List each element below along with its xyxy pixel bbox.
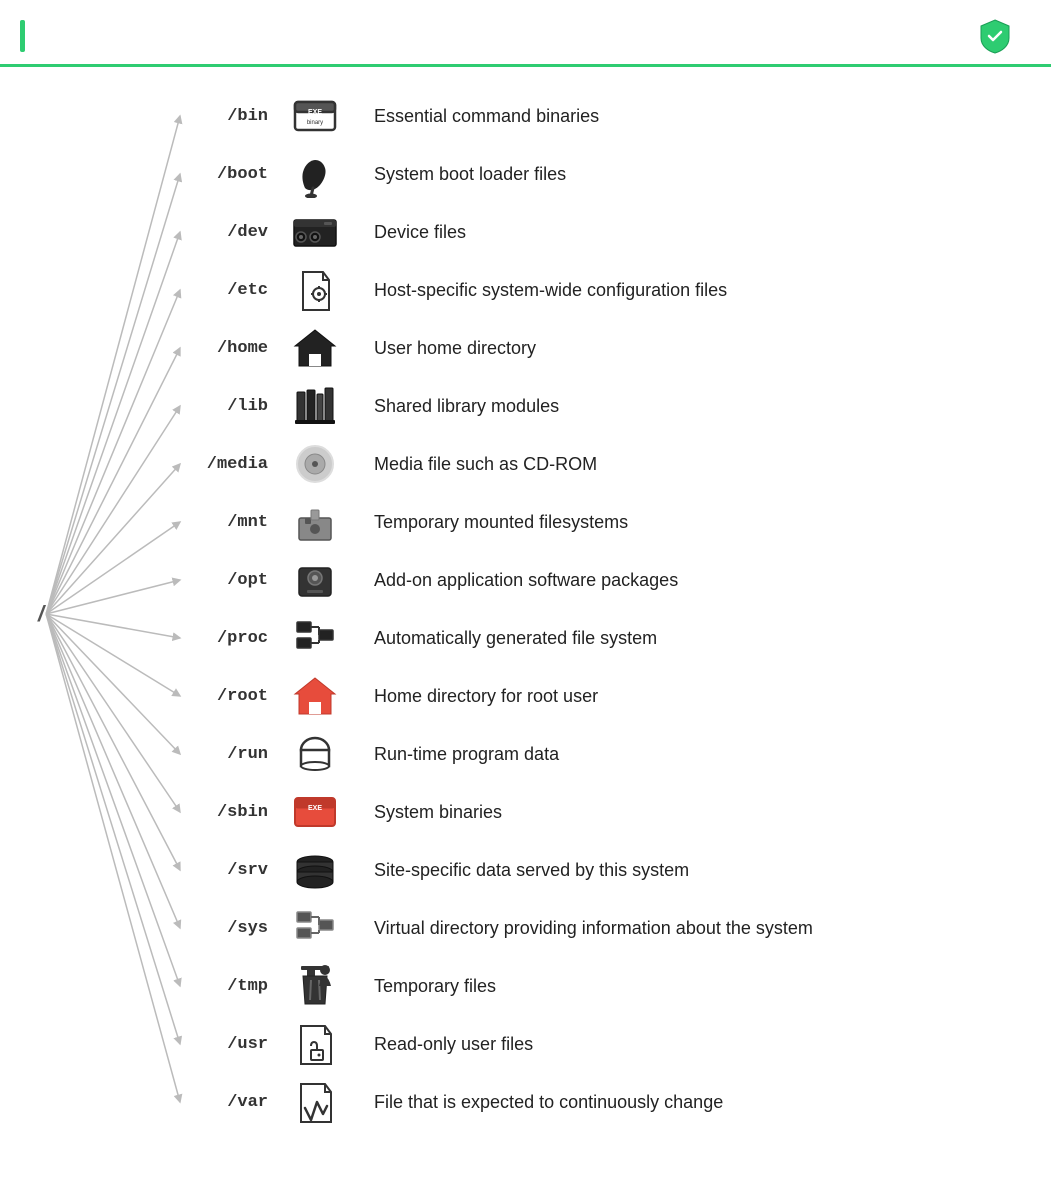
dir-icon-srv [280,844,350,896]
dir-name: /boot [180,165,280,184]
list-item: /boot System boot loader files [180,145,1051,203]
dir-desc: Temporary files [374,976,496,997]
dir-name: /root [180,687,280,706]
dir-name: /srv [180,861,280,880]
dir-desc: Virtual directory providing information … [374,918,813,939]
svg-text:binary: binary [307,120,323,126]
dir-desc: Home directory for root user [374,686,598,707]
list-item: /var File that is expected to continuous… [180,1073,1051,1131]
dir-icon-usr [280,1018,350,1070]
dir-desc: Read-only user files [374,1034,533,1055]
dir-desc: User home directory [374,338,536,359]
dir-icon-home [280,322,350,374]
dir-icon-tmp [280,960,350,1012]
list-item: /bin EXE binary Essential command binari… [180,87,1051,145]
dir-icon-media [280,438,350,490]
dir-name: /usr [180,1035,280,1054]
svg-text:EXE: EXE [308,109,322,116]
dir-name: /proc [180,629,280,648]
list-item: /home User home directory [180,319,1051,377]
dir-name: /lib [180,397,280,416]
dir-name: /run [180,745,280,764]
dir-name: /bin [180,107,280,126]
dir-name: /media [180,455,280,474]
dir-desc: Run-time program data [374,744,559,765]
dir-icon-opt [280,554,350,606]
root-label: / [38,601,44,627]
dir-desc: Site-specific data served by this system [374,860,689,881]
list-item: /run Run-time program data [180,725,1051,783]
list-item: /mnt Temporary mounted filesystems [180,493,1051,551]
dir-name: /tmp [180,977,280,996]
list-item: /srv Site-specific data served by this s… [180,841,1051,899]
list-item: /etc Host-specific system-wide configura… [180,261,1051,319]
header [0,0,1051,67]
dir-name: /mnt [180,513,280,532]
dir-icon-var [280,1076,350,1128]
dir-name: /opt [180,571,280,590]
dir-desc: File that is expected to continuously ch… [374,1092,723,1113]
entries-list: /bin EXE binary Essential command binari… [180,87,1051,1131]
dir-name: /var [180,1093,280,1112]
list-item: /sys Virtual directory providing informa… [180,899,1051,957]
dir-desc: Device files [374,222,466,243]
dir-desc: Add-on application software packages [374,570,678,591]
dir-desc: Media file such as CD-ROM [374,454,597,475]
dir-icon-sys [280,902,350,954]
page-title [20,20,35,52]
svg-text:EXE: EXE [308,805,322,812]
list-item: /root Home directory for root user [180,667,1051,725]
dir-icon-run [280,728,350,780]
dir-icon-etc [280,264,350,316]
dir-icon-boot [280,148,350,200]
dir-name: /home [180,339,280,358]
dir-icon-dev [280,206,350,258]
dir-name: /sys [180,919,280,938]
dir-icon-root-dir [280,670,350,722]
dir-name: /etc [180,281,280,300]
brand [977,18,1021,54]
dir-desc: System boot loader files [374,164,566,185]
list-item: /opt Add-on application software package… [180,551,1051,609]
dir-icon-sbin: EXE [280,786,350,838]
dir-icon-bin: EXE binary [280,90,350,142]
list-item: /media Media file such as CD-ROM [180,435,1051,493]
list-item: /lib Shared library modules [180,377,1051,435]
list-item: /dev Device files [180,203,1051,261]
dir-name: /sbin [180,803,280,822]
main-content: / /bin EXE binary Essential command bina… [0,67,1051,1161]
list-item: /proc Automatically generated file syste… [180,609,1051,667]
dir-icon-mnt [280,496,350,548]
dir-icon-lib [280,380,350,432]
dir-desc: Automatically generated file system [374,628,657,649]
dir-name: /dev [180,223,280,242]
list-item: /sbin EXE System binaries [180,783,1051,841]
dir-desc: Shared library modules [374,396,559,417]
dir-icon-proc [280,612,350,664]
dir-desc: System binaries [374,802,502,823]
list-item: /usr Read-only user files [180,1015,1051,1073]
list-item: /tmp Temporary files [180,957,1051,1015]
dir-desc: Essential command binaries [374,106,599,127]
brand-icon [977,18,1013,54]
dir-desc: Temporary mounted filesystems [374,512,628,533]
dir-desc: Host-specific system-wide configuration … [374,280,727,301]
